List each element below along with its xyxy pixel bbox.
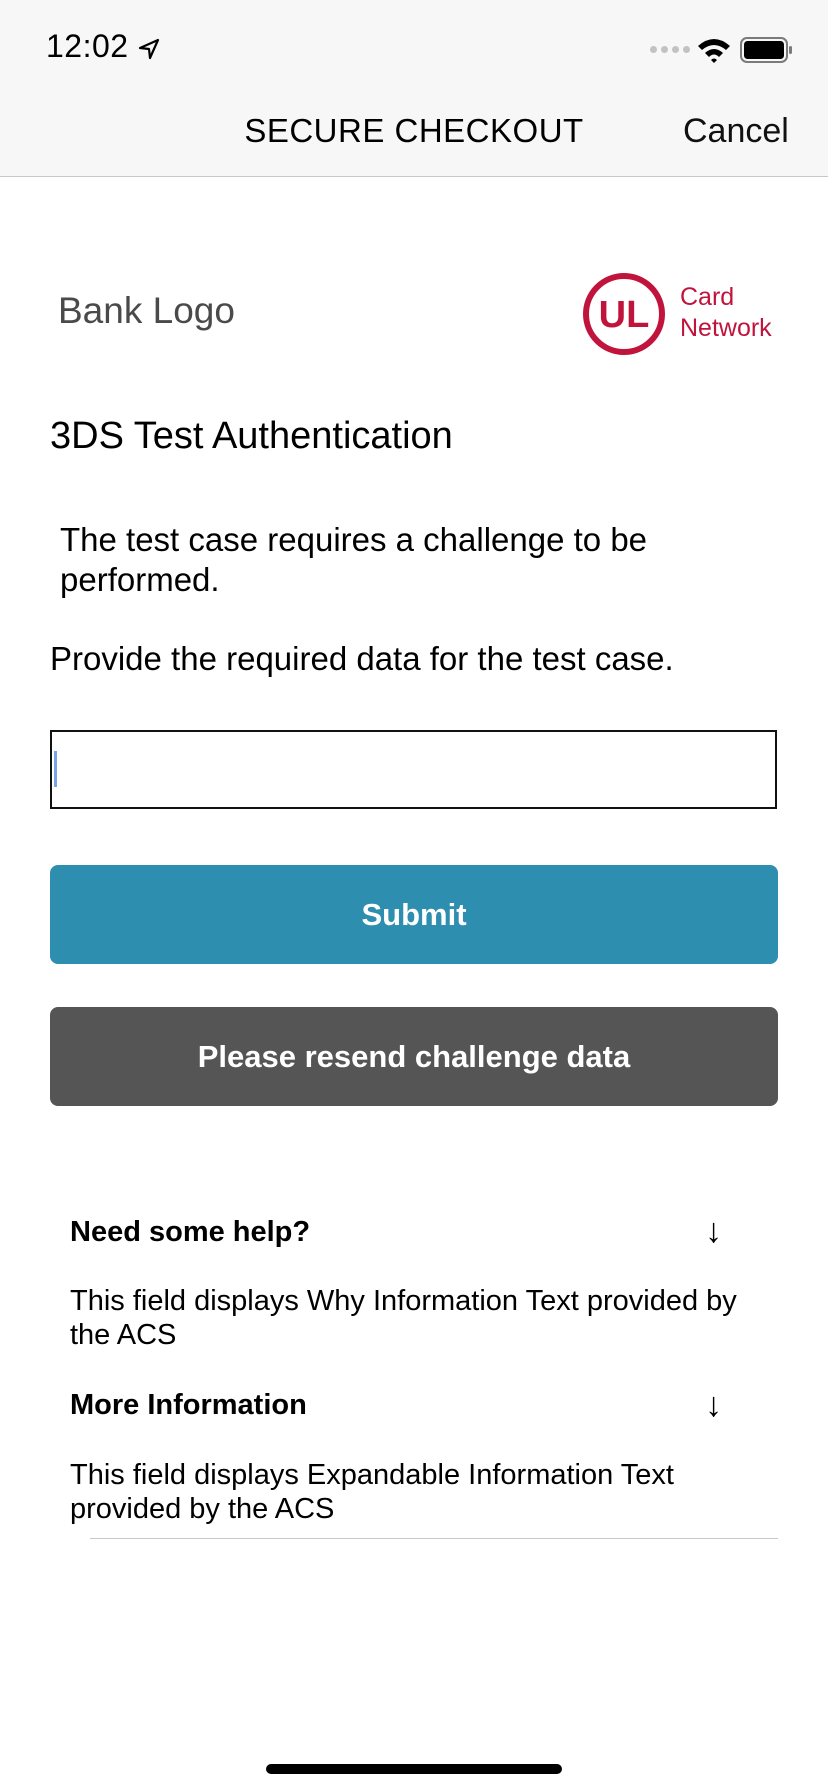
- ul-logo-icon: UL: [583, 273, 665, 355]
- challenge-info-text: The test case requires a challenge to be…: [60, 521, 648, 598]
- cellular-signal-icon: [650, 46, 690, 53]
- why-info-toggle[interactable]: Need some help?: [70, 1216, 310, 1249]
- resend-challenge-button[interactable]: Please resend challenge data: [50, 1007, 778, 1106]
- card-network-logo: Card Network: [680, 282, 772, 344]
- challenge-heading: 3DS Test Authentication: [50, 415, 453, 457]
- challenge-data-input[interactable]: [50, 730, 777, 809]
- location-arrow-icon: [138, 38, 160, 60]
- card-network-line2: Network: [680, 314, 772, 342]
- more-info-toggle[interactable]: More Information: [70, 1389, 307, 1422]
- divider: [90, 1538, 778, 1539]
- arrow-down-icon[interactable]: ↓: [705, 1212, 733, 1251]
- card-network-line1: Card: [680, 283, 735, 311]
- status-time: 12:02: [46, 28, 129, 64]
- battery-icon: [740, 37, 792, 63]
- text-cursor: [54, 751, 57, 787]
- svg-text:UL: UL: [599, 294, 650, 336]
- arrow-down-icon[interactable]: ↓: [705, 1386, 733, 1425]
- cancel-button[interactable]: Cancel: [683, 112, 789, 151]
- more-info-text: This field displays Expandable Informati…: [70, 1459, 674, 1525]
- submit-button[interactable]: Submit: [50, 865, 778, 964]
- wifi-icon: [698, 39, 730, 63]
- bank-logo: Bank Logo: [58, 290, 235, 331]
- home-indicator[interactable]: [266, 1764, 562, 1774]
- why-info-text: This field displays Why Information Text…: [70, 1285, 737, 1351]
- challenge-label: Provide the required data for the test c…: [50, 640, 674, 677]
